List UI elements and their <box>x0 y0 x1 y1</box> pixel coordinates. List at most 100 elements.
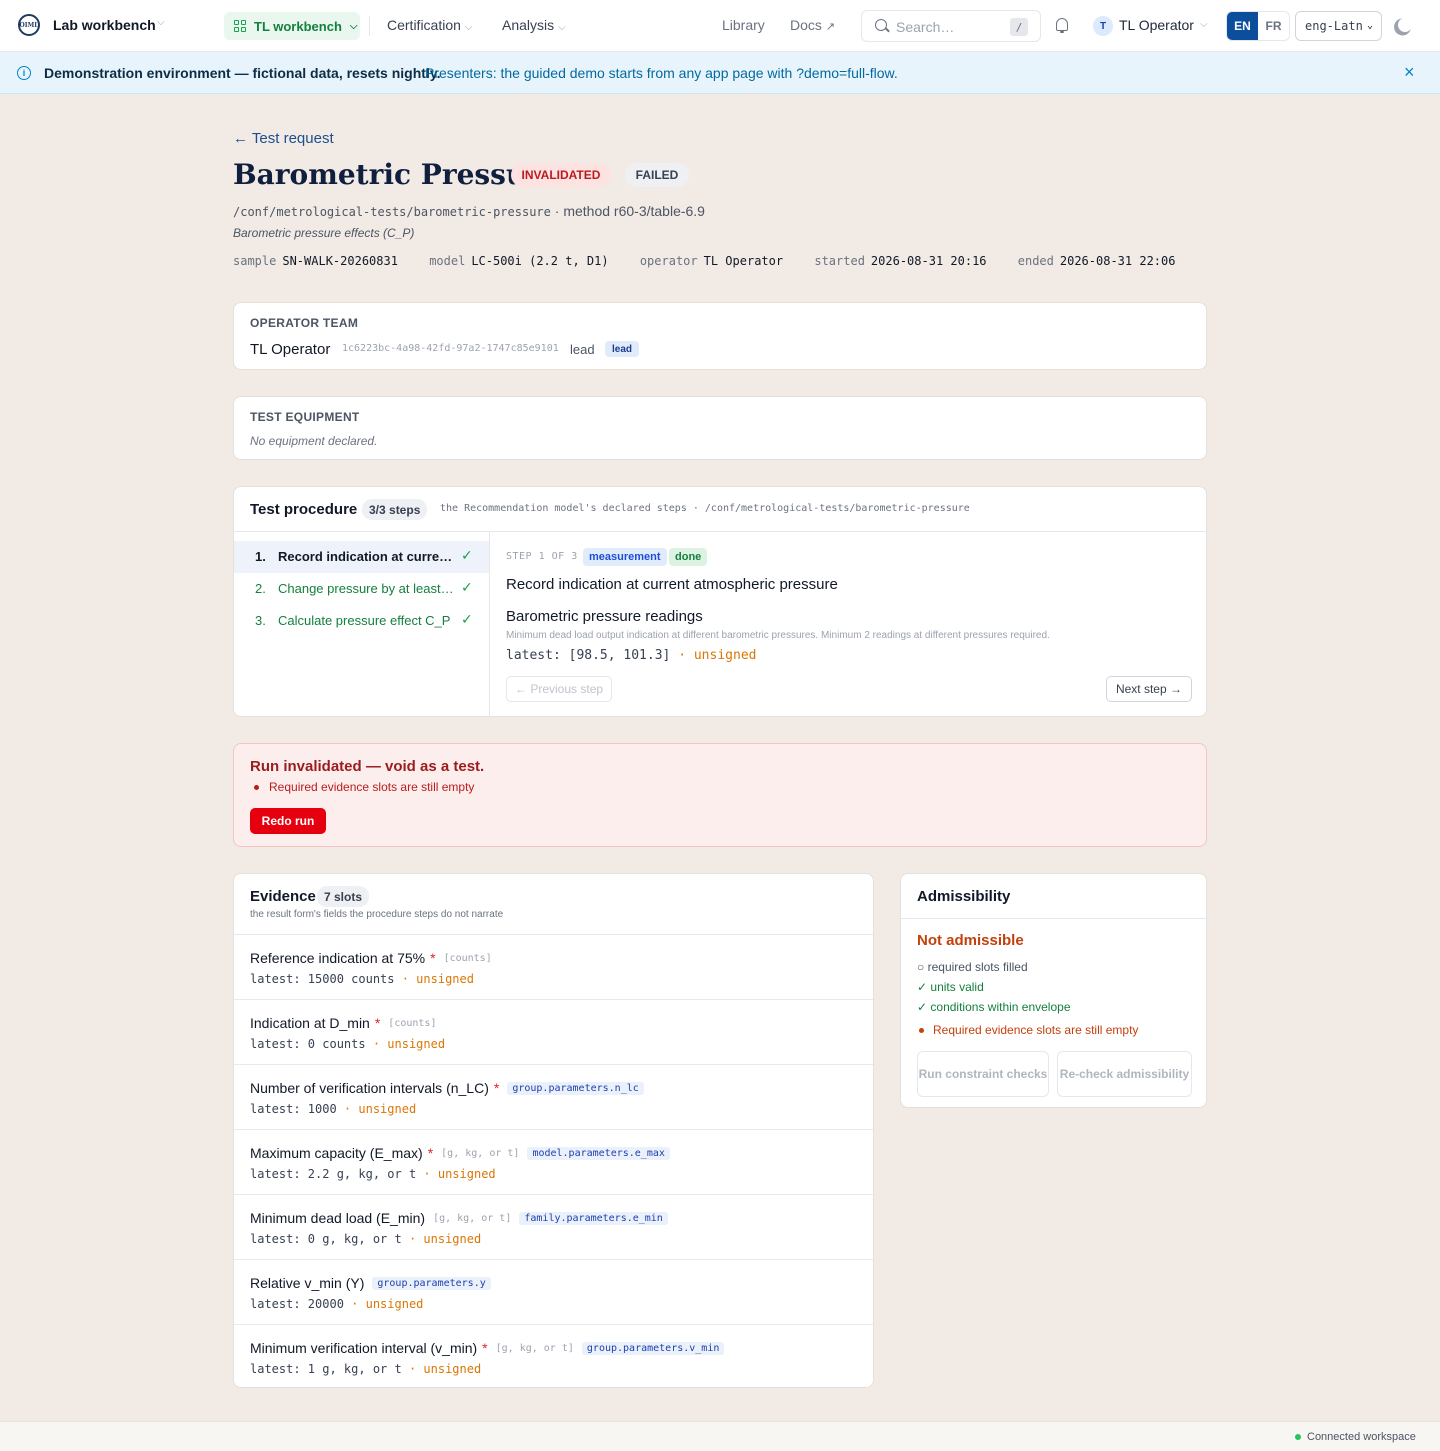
search-shortcut-key: / <box>1010 18 1028 36</box>
search-box[interactable]: / <box>861 10 1041 42</box>
redo-run-button[interactable]: Redo run <box>250 808 326 834</box>
check-icon: ✓ <box>461 547 473 563</box>
workbench-label: TL workbench <box>254 18 342 34</box>
meta-value: TL Operator <box>703 254 784 268</box>
app-name[interactable]: Lab workbench <box>53 17 156 33</box>
search-input[interactable] <box>896 17 1006 37</box>
evidence-label: Number of verification intervals (n_LC) <box>250 1080 489 1096</box>
nav-link-library[interactable]: Library <box>722 17 765 33</box>
latest-value: latest: [98.5, 101.3] <box>506 648 671 663</box>
status-badge-failed: FAILED <box>625 163 689 187</box>
meta-key: ended <box>1017 254 1054 268</box>
grid-icon <box>234 20 246 32</box>
next-step-button[interactable]: Next step → <box>1105 676 1192 702</box>
chevron-down-icon[interactable]: ⌵ <box>1200 19 1208 30</box>
workbench-switcher[interactable]: TL workbench ⌵ <box>224 12 360 40</box>
circle-icon: ○ <box>917 960 925 974</box>
admissibility-error: Required evidence slots are still empty <box>919 1023 1138 1037</box>
evidence-row-header: Number of verification intervals (n_LC) *… <box>250 1080 644 1096</box>
evidence-row[interactable]: Maximum capacity (E_max) * [g, kg, or t] mo… <box>234 1130 873 1195</box>
evidence-row[interactable]: Relative v_min (Y) group.parameters.y late… <box>234 1260 873 1325</box>
demo-banner: i Demonstration environment — fictional … <box>0 52 1440 94</box>
step-list: 1. Record indication at current atmosphe… <box>234 532 490 717</box>
evidence-row[interactable]: Indication at D_min * [counts] latest: 0 co… <box>234 1000 873 1065</box>
section-label: OPERATOR TEAM <box>250 316 359 330</box>
parameter-binding-tag: group.parameters.n_lc <box>507 1081 644 1095</box>
check-icon: ✓ <box>461 611 473 627</box>
step-number: 2. <box>255 581 266 596</box>
latest-value: latest: 1000 <box>250 1102 337 1116</box>
evidence-label: Minimum verification interval (v_min) <box>250 1340 478 1356</box>
lang-fr-button[interactable]: FR <box>1258 12 1289 40</box>
chevron-down-icon: ⌄ <box>1366 20 1373 31</box>
evidence-label: Minimum dead load (E_min) <box>250 1210 426 1226</box>
meta-value: SN-WALK-20260831 <box>282 254 398 268</box>
evidence-unit: [g, kg, or t] <box>433 1212 512 1224</box>
recheck-admissibility-button[interactable]: Re-check admissibility <box>1057 1051 1192 1097</box>
lang-en-button[interactable]: EN <box>1227 12 1258 40</box>
meta-key: sample <box>233 254 277 268</box>
parameter-binding-tag: family.parameters.e_min <box>519 1211 668 1225</box>
step-item-3[interactable]: 3. Calculate pressure effect C_P ✓ <box>234 605 489 637</box>
run-constraint-checks-button[interactable]: Run constraint checks <box>917 1051 1049 1097</box>
evidence-latest: latest: 0 counts · unsigned <box>250 1037 445 1051</box>
evidence-row[interactable]: Reference indication at 75% * [counts] late… <box>234 935 873 1000</box>
previous-step-button[interactable]: ← Previous step <box>506 676 613 702</box>
evidence-unit: [g, kg, or t] <box>495 1342 574 1354</box>
status-footer: Connected workspace <box>0 1421 1440 1451</box>
check-icon: ✓ <box>917 980 928 994</box>
nav-link-docs[interactable]: Docs ↗ <box>790 17 835 33</box>
section-label: TEST EQUIPMENT <box>250 410 360 424</box>
evidence-row[interactable]: Minimum verification interval (v_min) * [g… <box>234 1325 873 1390</box>
check-label: required slots filled <box>927 960 1028 974</box>
procedure-header: Test procedure 3/3 steps the Recommendat… <box>234 487 1206 532</box>
step-status-badge: done <box>669 548 708 566</box>
script-select[interactable]: eng-Latn ⌄ <box>1295 11 1382 41</box>
step-label: Record indication at current atmospheric… <box>278 549 454 564</box>
team-member-id: 1c6223bc-4a98-42fd-97a2-1747c85e9101 <box>342 343 559 354</box>
meta-key: started <box>814 254 865 268</box>
back-link[interactable]: ← Test request <box>233 130 334 147</box>
banner-title: Demonstration environment — fictional da… <box>44 65 441 81</box>
evidence-row[interactable]: Minimum dead load (E_min) [g, kg, or t] fa… <box>234 1195 873 1260</box>
oiml-logo-icon[interactable]: OIML <box>18 14 40 36</box>
avatar[interactable]: T <box>1093 16 1113 36</box>
admissibility-header: Admissibility <box>901 874 1206 919</box>
latest-value: latest: 2.2 g, kg, or t <box>250 1167 417 1181</box>
nav-menu-certification[interactable]: Certification ⌵ <box>387 17 473 33</box>
test-procedure-card: Test procedure 3/3 steps the Recommendat… <box>233 486 1207 717</box>
nav-menu-analysis[interactable]: Analysis ⌵ <box>502 17 566 33</box>
step-label: Calculate pressure effect C_P <box>278 613 451 628</box>
operator-team-card: OPERATOR TEAM TL Operator 1c6223bc-4a98-… <box>233 302 1207 370</box>
admissibility-card: Admissibility Not admissible ○ required … <box>900 873 1207 1108</box>
latest-value: latest: 0 counts <box>250 1037 366 1051</box>
signature-status: · unsigned <box>343 1297 424 1311</box>
user-menu[interactable]: TL Operator <box>1119 17 1194 33</box>
evidence-latest: latest: 1000 · unsigned <box>250 1102 416 1116</box>
required-marker: * <box>430 950 436 966</box>
latest-value: latest: 1 g, kg, or t <box>250 1362 402 1376</box>
evidence-label: Relative v_min (Y) <box>250 1275 365 1291</box>
procedure-title: Test procedure <box>250 501 358 518</box>
role-badge: lead <box>605 341 640 357</box>
evidence-row[interactable]: Number of verification intervals (n_LC) *… <box>234 1065 873 1130</box>
parameter-binding-tag: group.parameters.v_min <box>581 1341 725 1355</box>
page-subtitle: Barometric pressure effects (C_P) <box>233 226 415 240</box>
check-icon: ✓ <box>461 579 473 595</box>
bell-icon[interactable] <box>1056 18 1068 33</box>
evidence-row-header: Relative v_min (Y) group.parameters.y <box>250 1275 491 1291</box>
check-label: units valid <box>930 980 984 994</box>
chevron-down-icon[interactable]: ⌵ <box>157 17 165 28</box>
check-icon: ✓ <box>917 1000 928 1014</box>
evidence-label: Maximum capacity (E_max) <box>250 1145 423 1161</box>
check-label: conditions within envelope <box>930 1000 1071 1014</box>
step-item-1[interactable]: 1. Record indication at current atmosphe… <box>234 541 489 573</box>
step-count-badge: 3/3 steps <box>362 499 428 520</box>
step-item-2[interactable]: 2. Change pressure by at least 1 kPa and… <box>234 573 489 605</box>
reading-description: Minimum dead load output indication at d… <box>506 630 1050 641</box>
moon-icon[interactable] <box>1396 16 1414 34</box>
meta-key: operator <box>639 254 698 268</box>
chevron-down-icon: ⌵ <box>349 20 358 32</box>
close-icon[interactable]: × <box>1404 62 1415 83</box>
signature-status: · unsigned <box>336 1102 417 1116</box>
